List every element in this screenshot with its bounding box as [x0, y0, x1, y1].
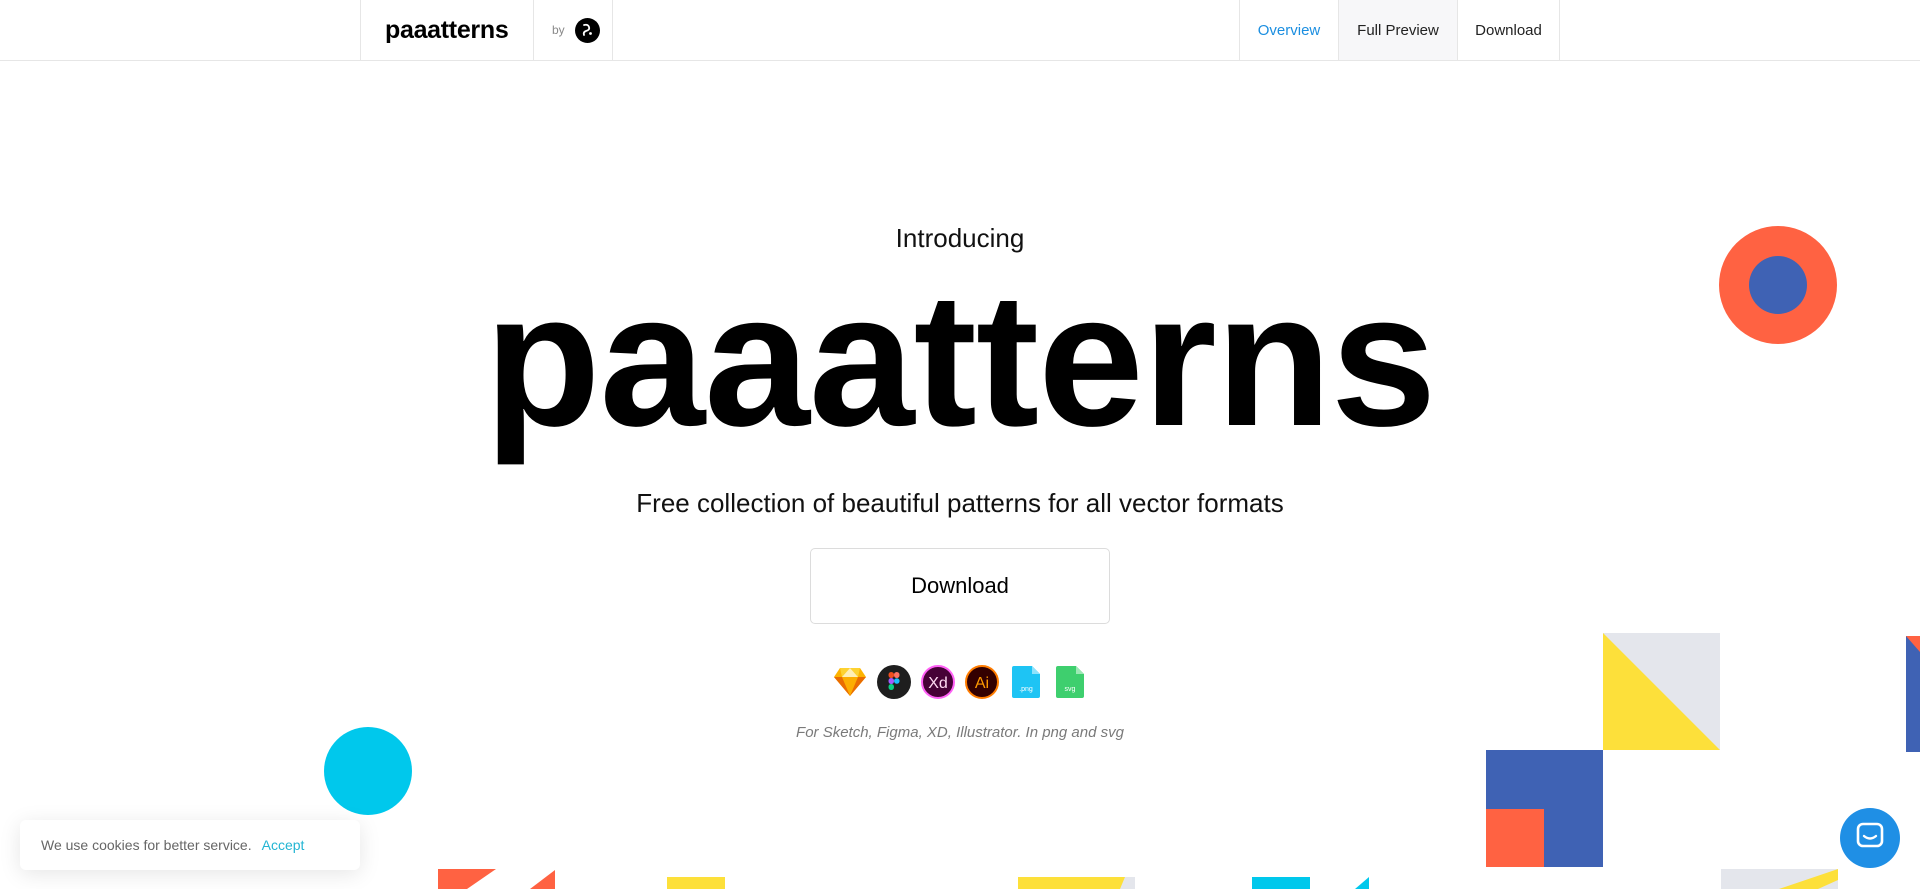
svg-text:Ai: Ai [975, 675, 989, 692]
bottom-cyan-shape [1252, 877, 1310, 889]
svg-file-icon: svg [1053, 665, 1088, 700]
bottom-cyan-shape-2 [1355, 877, 1369, 889]
bottom-yellow-shape [667, 877, 725, 889]
png-file-icon: .png [1009, 665, 1044, 700]
download-button[interactable]: Download [810, 548, 1110, 624]
cookie-banner: We use cookies for better service. Accep… [20, 820, 360, 870]
hero-subtitle: Free collection of beautiful patterns fo… [636, 488, 1284, 518]
figma-icon [877, 665, 912, 700]
svg-text:Xd: Xd [928, 675, 948, 692]
bottom-yellow-shape-2 [1018, 877, 1135, 889]
orange-square-shape [1486, 809, 1544, 867]
xd-icon: Xd [921, 665, 956, 700]
chat-launcher-button[interactable] [1840, 808, 1900, 868]
sketch-icon [833, 665, 868, 700]
cookie-message: We use cookies for better service. [41, 837, 252, 853]
chat-icon [1855, 821, 1885, 856]
format-icons: Xd Ai .png svg [830, 663, 1090, 701]
intro-text: Introducing [895, 223, 1025, 253]
bottom-orange-shape [438, 869, 496, 889]
hero-title: paaatterns [484, 254, 1437, 466]
illustrator-icon: Ai [965, 665, 1000, 700]
svg-text:svg: svg [1065, 686, 1076, 693]
svg-text:.png: .png [1019, 686, 1033, 693]
accept-cookies-button[interactable]: Accept [262, 837, 305, 853]
formats-caption: For Sketch, Figma, XD, Illustrator. In p… [796, 724, 1124, 741]
bottom-orange-shape-2 [530, 870, 555, 889]
